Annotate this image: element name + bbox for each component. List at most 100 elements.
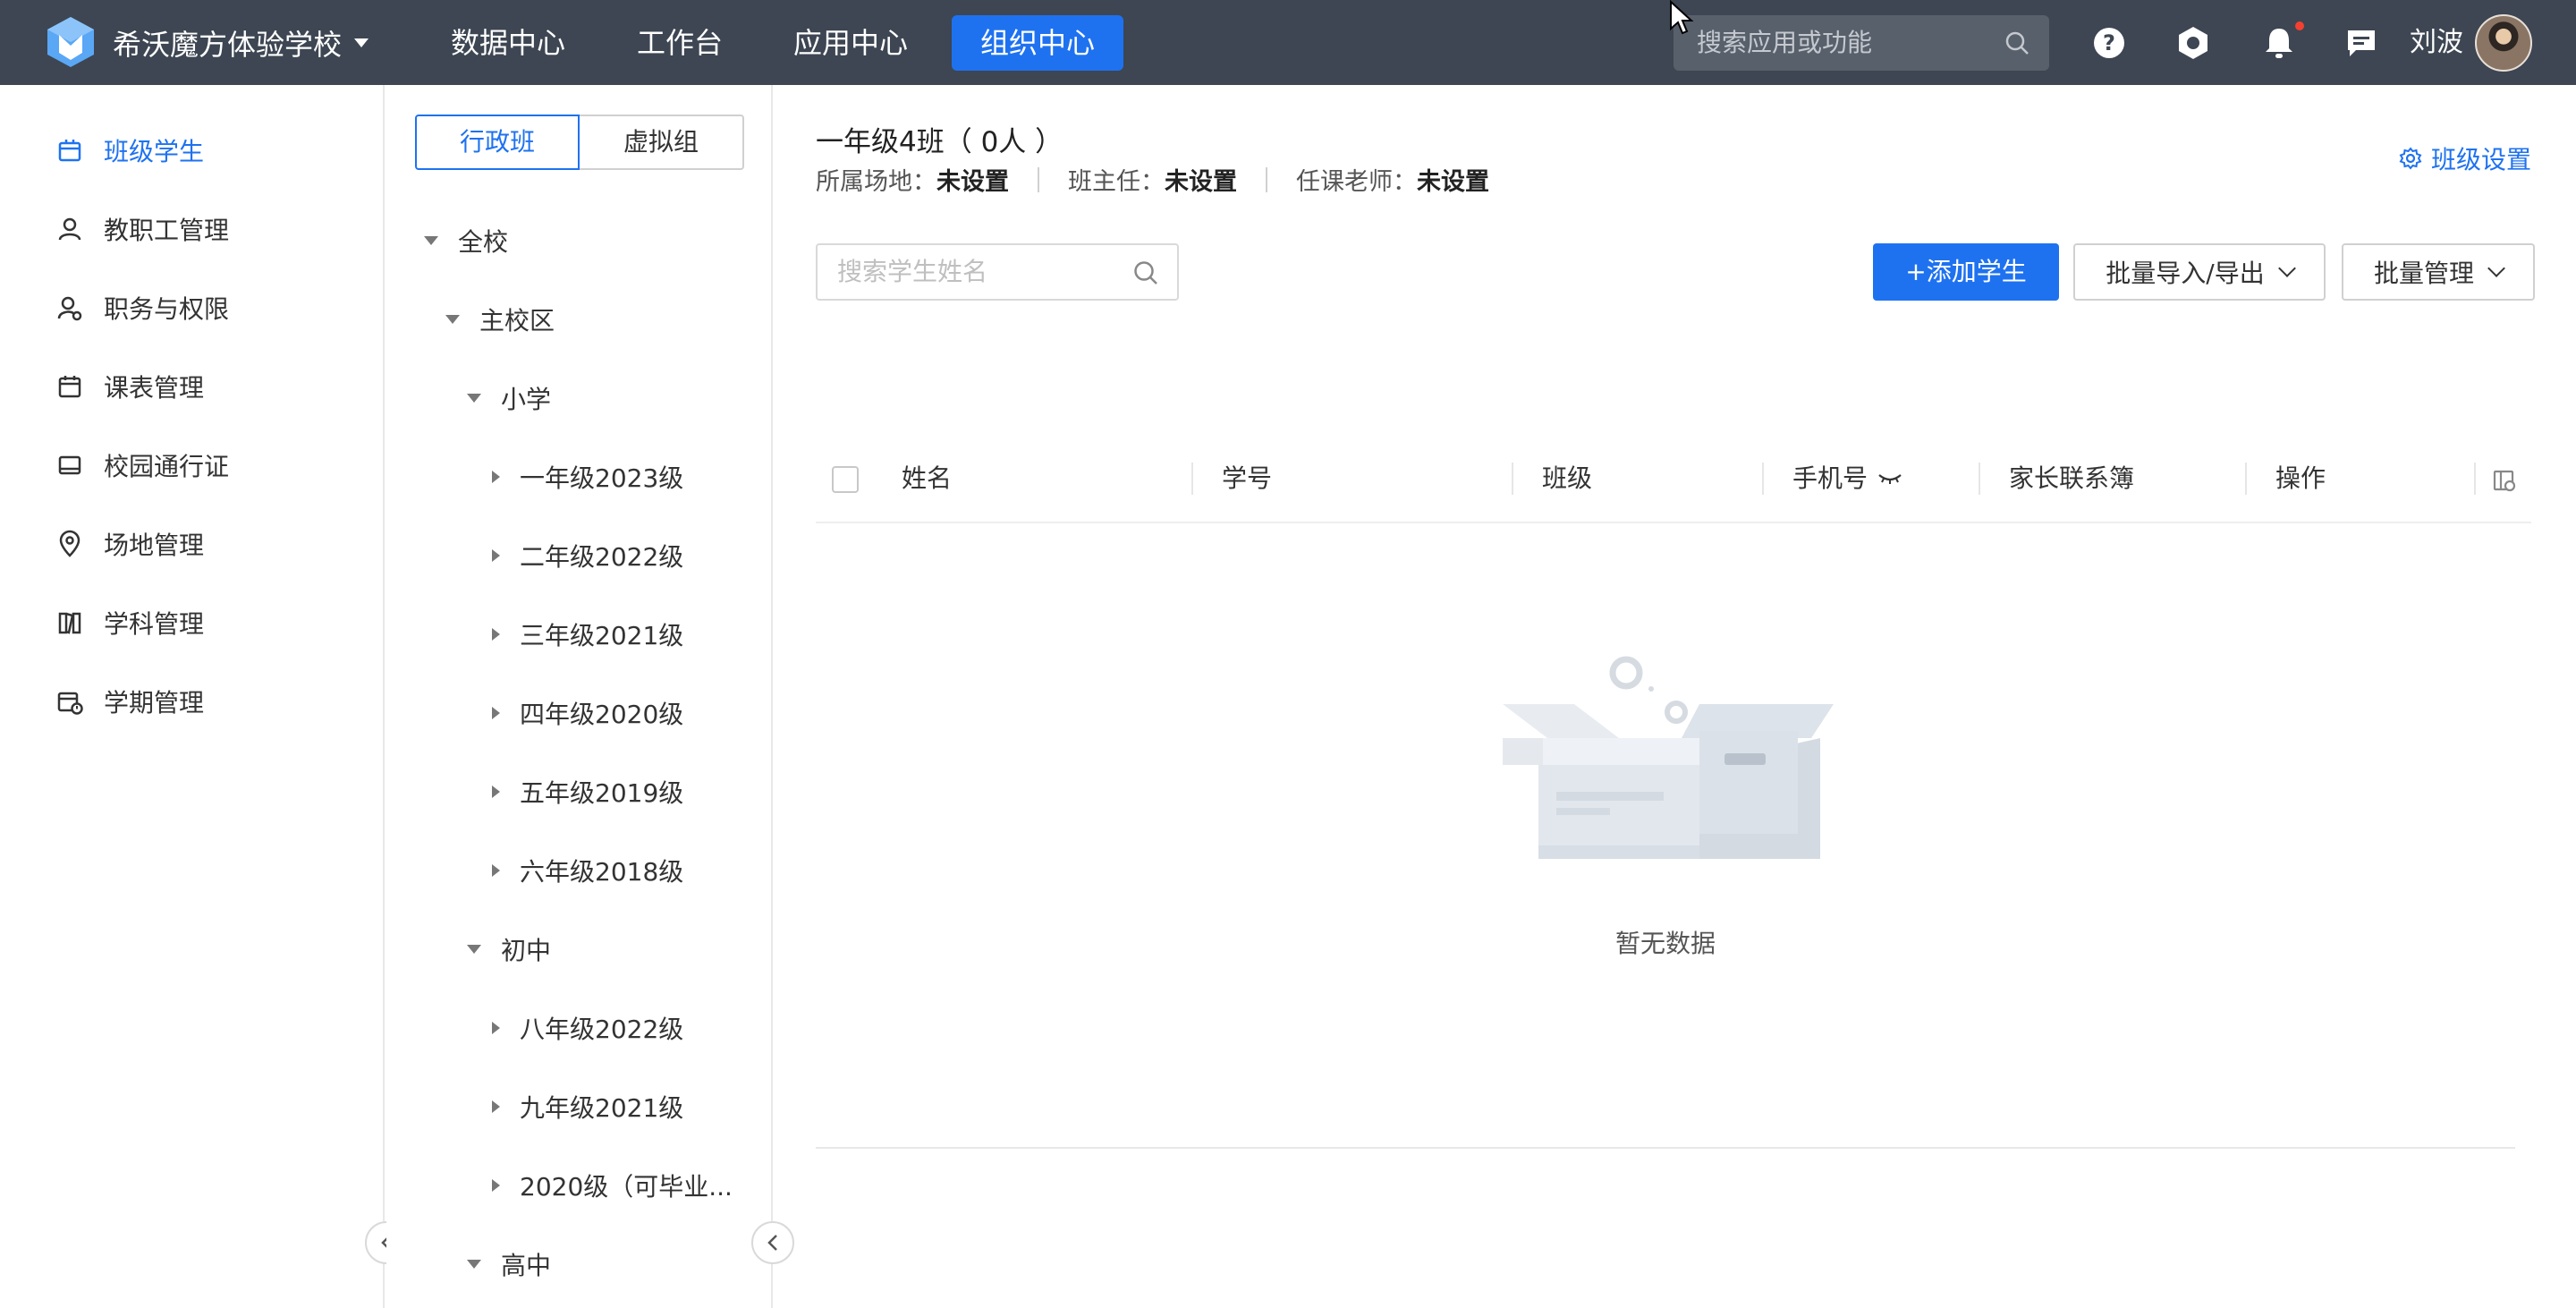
class-meta: 所属场地： 未设置 班主任： 未设置 任课老师： 未设置 [816,162,1489,197]
top-navigation-bar: 希沃魔方体验学校 数据中心 工作台 应用中心 组织中心 搜索应用或功能 ? 刘波 [0,0,2576,85]
user-name[interactable]: 刘波 [2410,0,2463,85]
tree-node[interactable]: 四年级2020级 [492,688,683,738]
sidebar-item-timetable[interactable]: 课表管理 [55,360,204,413]
table-bottom-border [816,1147,2515,1149]
user-icon [58,217,81,241]
book-icon [58,612,81,634]
sidebar-item-label: 教职工管理 [104,216,230,245]
tab-administrative-class[interactable]: 行政班 [415,115,580,170]
nav-org-center[interactable]: 组织中心 [952,15,1124,71]
tree-node-label: 三年级2021级 [520,621,684,650]
user-avatar[interactable] [2475,14,2532,72]
column-phone[interactable]: 手机号 [1792,434,1903,523]
class-icon [58,140,81,162]
calendar-icon [58,376,81,398]
role-icon [57,296,82,321]
tree-node[interactable]: 高中 [467,1239,551,1289]
sidebar-item-campus-pass[interactable]: 校园通行证 [55,438,229,492]
student-search-input[interactable]: 搜索学生姓名 [816,243,1179,301]
tree-node[interactable]: 小学 [467,373,551,423]
main-content: 一年级4班（ 0人 ） 所属场地： 未设置 班主任： 未设置 任课老师： 未设置… [775,85,2576,1308]
divider [1038,166,1039,192]
column-divider [2474,463,2476,495]
nav-app-center[interactable]: 应用中心 [765,15,936,71]
tree-node[interactable]: 2020级（可毕业... [492,1160,733,1210]
tree-node[interactable]: 五年级2019级 [492,767,683,817]
caret-down-icon [467,394,481,403]
tree-node[interactable]: 六年级2018级 [492,845,683,896]
school-logo-icon [47,17,94,67]
tree-node[interactable]: 八年级2022级 [492,1003,683,1053]
school-switcher[interactable]: 希沃魔方体验学校 [113,0,369,85]
tree-node[interactable]: 一年级2023级 [492,452,683,502]
tree-node[interactable]: 九年级2021级 [492,1082,683,1132]
sidebar-item-label: 班级学生 [104,137,205,166]
global-search-placeholder: 搜索应用或功能 [1697,28,1873,57]
tree-node-label: 二年级2022级 [520,542,684,572]
sidebar-item-label: 学科管理 [104,609,205,639]
tree-node[interactable]: 全校 [424,216,508,266]
sidebar-item-roles[interactable]: 职务与权限 [55,281,229,335]
caret-right-icon [492,786,500,798]
batch-manage-label: 批量管理 [2373,259,2474,288]
hexagon-settings-icon[interactable] [2174,23,2213,63]
sidebar-item-label: 场地管理 [104,531,205,560]
sidebar-item-venues[interactable]: 场地管理 [55,517,204,571]
column-divider [1191,463,1193,495]
gear-icon [2399,147,2422,170]
caret-down-icon [354,38,369,47]
class-title: 一年级4班（ 0人 ） [816,126,1063,158]
caret-down-icon [467,1260,481,1269]
sidebar-item-label: 职务与权限 [104,294,230,324]
tree-node-label: 全校 [458,227,509,257]
global-search-input[interactable]: 搜索应用或功能 [1674,15,2049,71]
column-name[interactable]: 姓名 [902,434,952,523]
help-icon[interactable]: ? [2089,23,2129,63]
nav-workbench[interactable]: 工作台 [608,15,751,71]
tree-node[interactable]: 三年级2021级 [492,609,683,659]
location-icon [59,530,80,557]
message-icon[interactable] [2342,23,2381,63]
batch-manage-button[interactable]: 批量管理 [2342,243,2535,301]
column-actions[interactable]: 操作 [2275,434,2326,523]
left-sidebar: 班级学生 教职工管理 职务与权限 课表管理 校园通行证 场地管理 学科管理 学期… [0,85,385,1308]
tree-node[interactable]: 初中 [467,924,551,974]
batch-import-export-label: 批量导入/导出 [2106,259,2265,288]
tree-node-label: 初中 [501,936,552,965]
class-tree-panel: 行政班 虚拟组 全校 主校区 小学 一年级2023级 二年级2022级 三年级2… [386,85,773,1308]
column-phone-label: 手机号 [1792,463,1868,493]
mouse-cursor-icon [1670,0,1694,35]
chevron-down-icon [2487,259,2505,277]
caret-right-icon [492,864,500,877]
student-search-placeholder: 搜索学生姓名 [837,257,988,286]
caret-down-icon [424,236,438,245]
teachers-label: 任课老师： [1296,168,1417,196]
eye-closed-icon[interactable] [1877,470,1903,488]
bell-icon[interactable] [2259,23,2299,63]
column-divider [1979,463,1980,495]
sidebar-item-label: 课表管理 [104,373,205,403]
tree-type-switch: 行政班 虚拟组 [415,115,744,170]
head-teacher-value: 未设置 [1165,168,1237,196]
select-all-checkbox[interactable] [832,466,859,493]
empty-state-text: 暂无数据 [1615,929,1716,958]
batch-import-export-button[interactable]: 批量导入/导出 [2073,243,2326,301]
tree-node[interactable]: 主校区 [445,294,555,344]
head-teacher-label: 班主任： [1068,168,1165,196]
sidebar-item-terms[interactable]: 学期管理 [55,675,204,728]
class-settings-link[interactable]: 班级设置 [2399,140,2531,176]
column-settings-icon[interactable] [2492,468,2517,493]
column-class[interactable]: 班级 [1542,434,1592,523]
caret-right-icon [492,628,500,641]
nav-data-center[interactable]: 数据中心 [422,15,594,71]
tree-node-label: 五年级2019级 [520,778,684,808]
sidebar-item-class-students[interactable]: 班级学生 [55,123,204,177]
add-student-button[interactable]: +添加学生 [1873,243,2059,301]
column-divider [1762,463,1764,495]
tab-virtual-group[interactable]: 虚拟组 [580,115,744,170]
tree-node[interactable]: 二年级2022级 [492,531,683,581]
column-student-id[interactable]: 学号 [1222,434,1272,523]
sidebar-item-subjects[interactable]: 学科管理 [55,596,204,650]
column-parent-contacts[interactable]: 家长联系簿 [2009,434,2134,523]
sidebar-item-staff[interactable]: 教职工管理 [55,202,229,256]
